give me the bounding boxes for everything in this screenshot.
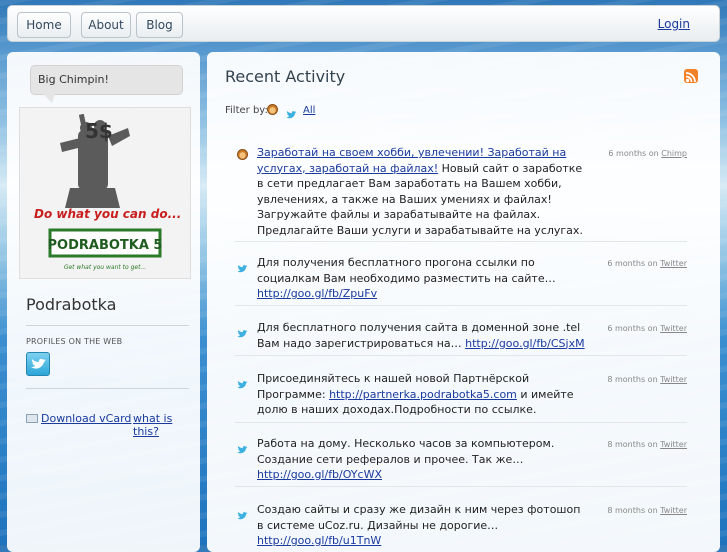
twitter-bird-icon [286, 111, 297, 119]
activity-text: Присоединяйтесь к нашей новой Партнёрско… [257, 371, 587, 418]
activity-item: Работа на дому. Несколько часов за компь… [235, 436, 687, 487]
filter-twitter-icon[interactable] [286, 105, 297, 119]
twitter-icon [237, 440, 248, 459]
activity-item: Присоединяйтесь к нашей новой Партнёрско… [235, 371, 687, 423]
divider [26, 388, 189, 389]
activity-time: 6 months on [607, 324, 658, 333]
top-nav-bar: Home About Blog Login [7, 5, 720, 42]
profile-name: Podrabotka [26, 295, 117, 314]
filter-chimp-icon[interactable] [267, 104, 278, 115]
activity-item: Для бесплатного получения сайта в доменн… [235, 320, 687, 356]
twitter-profile-icon[interactable] [26, 352, 50, 376]
activity-url-link[interactable]: http://goo.gl/fb/ZpuFv [257, 287, 377, 300]
activity-time: 8 months on [607, 506, 658, 515]
activity-time: 6 months on [607, 259, 658, 268]
activity-service-link[interactable]: Twitter [660, 506, 687, 515]
activity-body: Работа на дому. Несколько часов за компь… [257, 437, 555, 466]
vcard-icon [26, 414, 38, 423]
avatar-banner: PODRABOTKA 5 [48, 238, 163, 253]
activity-text: Для бесплатного получения сайта в доменн… [257, 320, 587, 351]
activity-meta: 8 months on Twitter [607, 440, 687, 449]
profile-sidebar: Big Chimpin! 5$ Do what you can do... PO… [7, 52, 200, 552]
activity-service-link[interactable]: Twitter [660, 259, 687, 268]
avatar-tagline: Get what you want to get... [64, 264, 146, 271]
activity-service-link[interactable]: Twitter [660, 375, 687, 384]
what-is-this-link[interactable]: what is this? [133, 412, 200, 438]
nav-home-button[interactable]: Home [17, 12, 71, 38]
twitter-bird-icon [31, 358, 46, 369]
activity-time: 6 months on [608, 149, 659, 158]
activity-panel: Recent Activity Filter by: All Заработай… [207, 52, 720, 552]
status-bubble: Big Chimpin! [30, 65, 183, 103]
activity-meta: 6 months on Chimp [608, 149, 687, 158]
twitter-icon [237, 375, 248, 394]
activity-meta: 6 months on Twitter [607, 259, 687, 268]
activity-time: 8 months on [607, 440, 658, 449]
twitter-icon [237, 506, 248, 525]
login-link[interactable]: Login [658, 17, 690, 31]
activity-meta: 6 months on Twitter [607, 324, 687, 333]
activity-body: Для получения бесплатного прогона ссылки… [257, 256, 556, 285]
activity-url-link[interactable]: http://goo.gl/fb/CSjxM [465, 337, 584, 350]
activity-text: Заработай на своем хобби, увлечении! Зар… [257, 145, 587, 238]
activity-text: Для получения бесплатного прогона ссылки… [257, 255, 587, 302]
activity-body: Создаю сайты и сразу же дизайн к ним чер… [257, 503, 581, 532]
activity-time: 8 months on [607, 375, 658, 384]
activity-text: Работа на дому. Несколько часов за компь… [257, 436, 587, 483]
activity-service-link[interactable]: Chimp [661, 149, 687, 158]
activity-text: Создаю сайты и сразу же дизайн к ним чер… [257, 502, 587, 549]
avatar[interactable]: 5$ Do what you can do... PODRABOTKA 5 Ge… [19, 107, 191, 279]
activity-meta: 8 months on Twitter [607, 375, 687, 384]
activity-url-link[interactable]: http://goo.gl/fb/OYcWX [257, 468, 382, 481]
activity-item: Заработай на своем хобби, увлечении! Зар… [235, 145, 687, 242]
activity-item: Для получения бесплатного прогона ссылки… [235, 255, 687, 306]
avatar-slogan: Do what you can do... [34, 207, 181, 221]
download-vcard-link[interactable]: Download vCard [41, 412, 131, 425]
rss-icon[interactable] [684, 69, 698, 83]
activity-service-link[interactable]: Twitter [660, 440, 687, 449]
activity-meta: 8 months on Twitter [607, 506, 687, 515]
rss-feed-icon [685, 72, 696, 83]
activity-service-link[interactable]: Twitter [660, 324, 687, 333]
twitter-icon [237, 259, 248, 278]
twitter-icon [237, 324, 248, 343]
filter-label: Filter by: [225, 105, 268, 116]
nav-about-button[interactable]: About [81, 12, 131, 38]
divider [26, 325, 189, 326]
activity-url-link[interactable]: http://partnerka.podrabotka5.com [329, 388, 517, 401]
chimp-icon [237, 149, 248, 160]
avatar-image: 5$ Do what you can do... PODRABOTKA 5 Ge… [20, 108, 190, 278]
avatar-price: 5$ [85, 119, 113, 143]
nav-blog-button[interactable]: Blog [136, 12, 183, 38]
profiles-label: PROFILES ON THE WEB [26, 337, 123, 346]
filter-all-link[interactable]: All [303, 105, 315, 116]
page-title: Recent Activity [225, 67, 346, 86]
activity-url-link[interactable]: http://goo.gl/fb/u1TnW [257, 534, 381, 547]
